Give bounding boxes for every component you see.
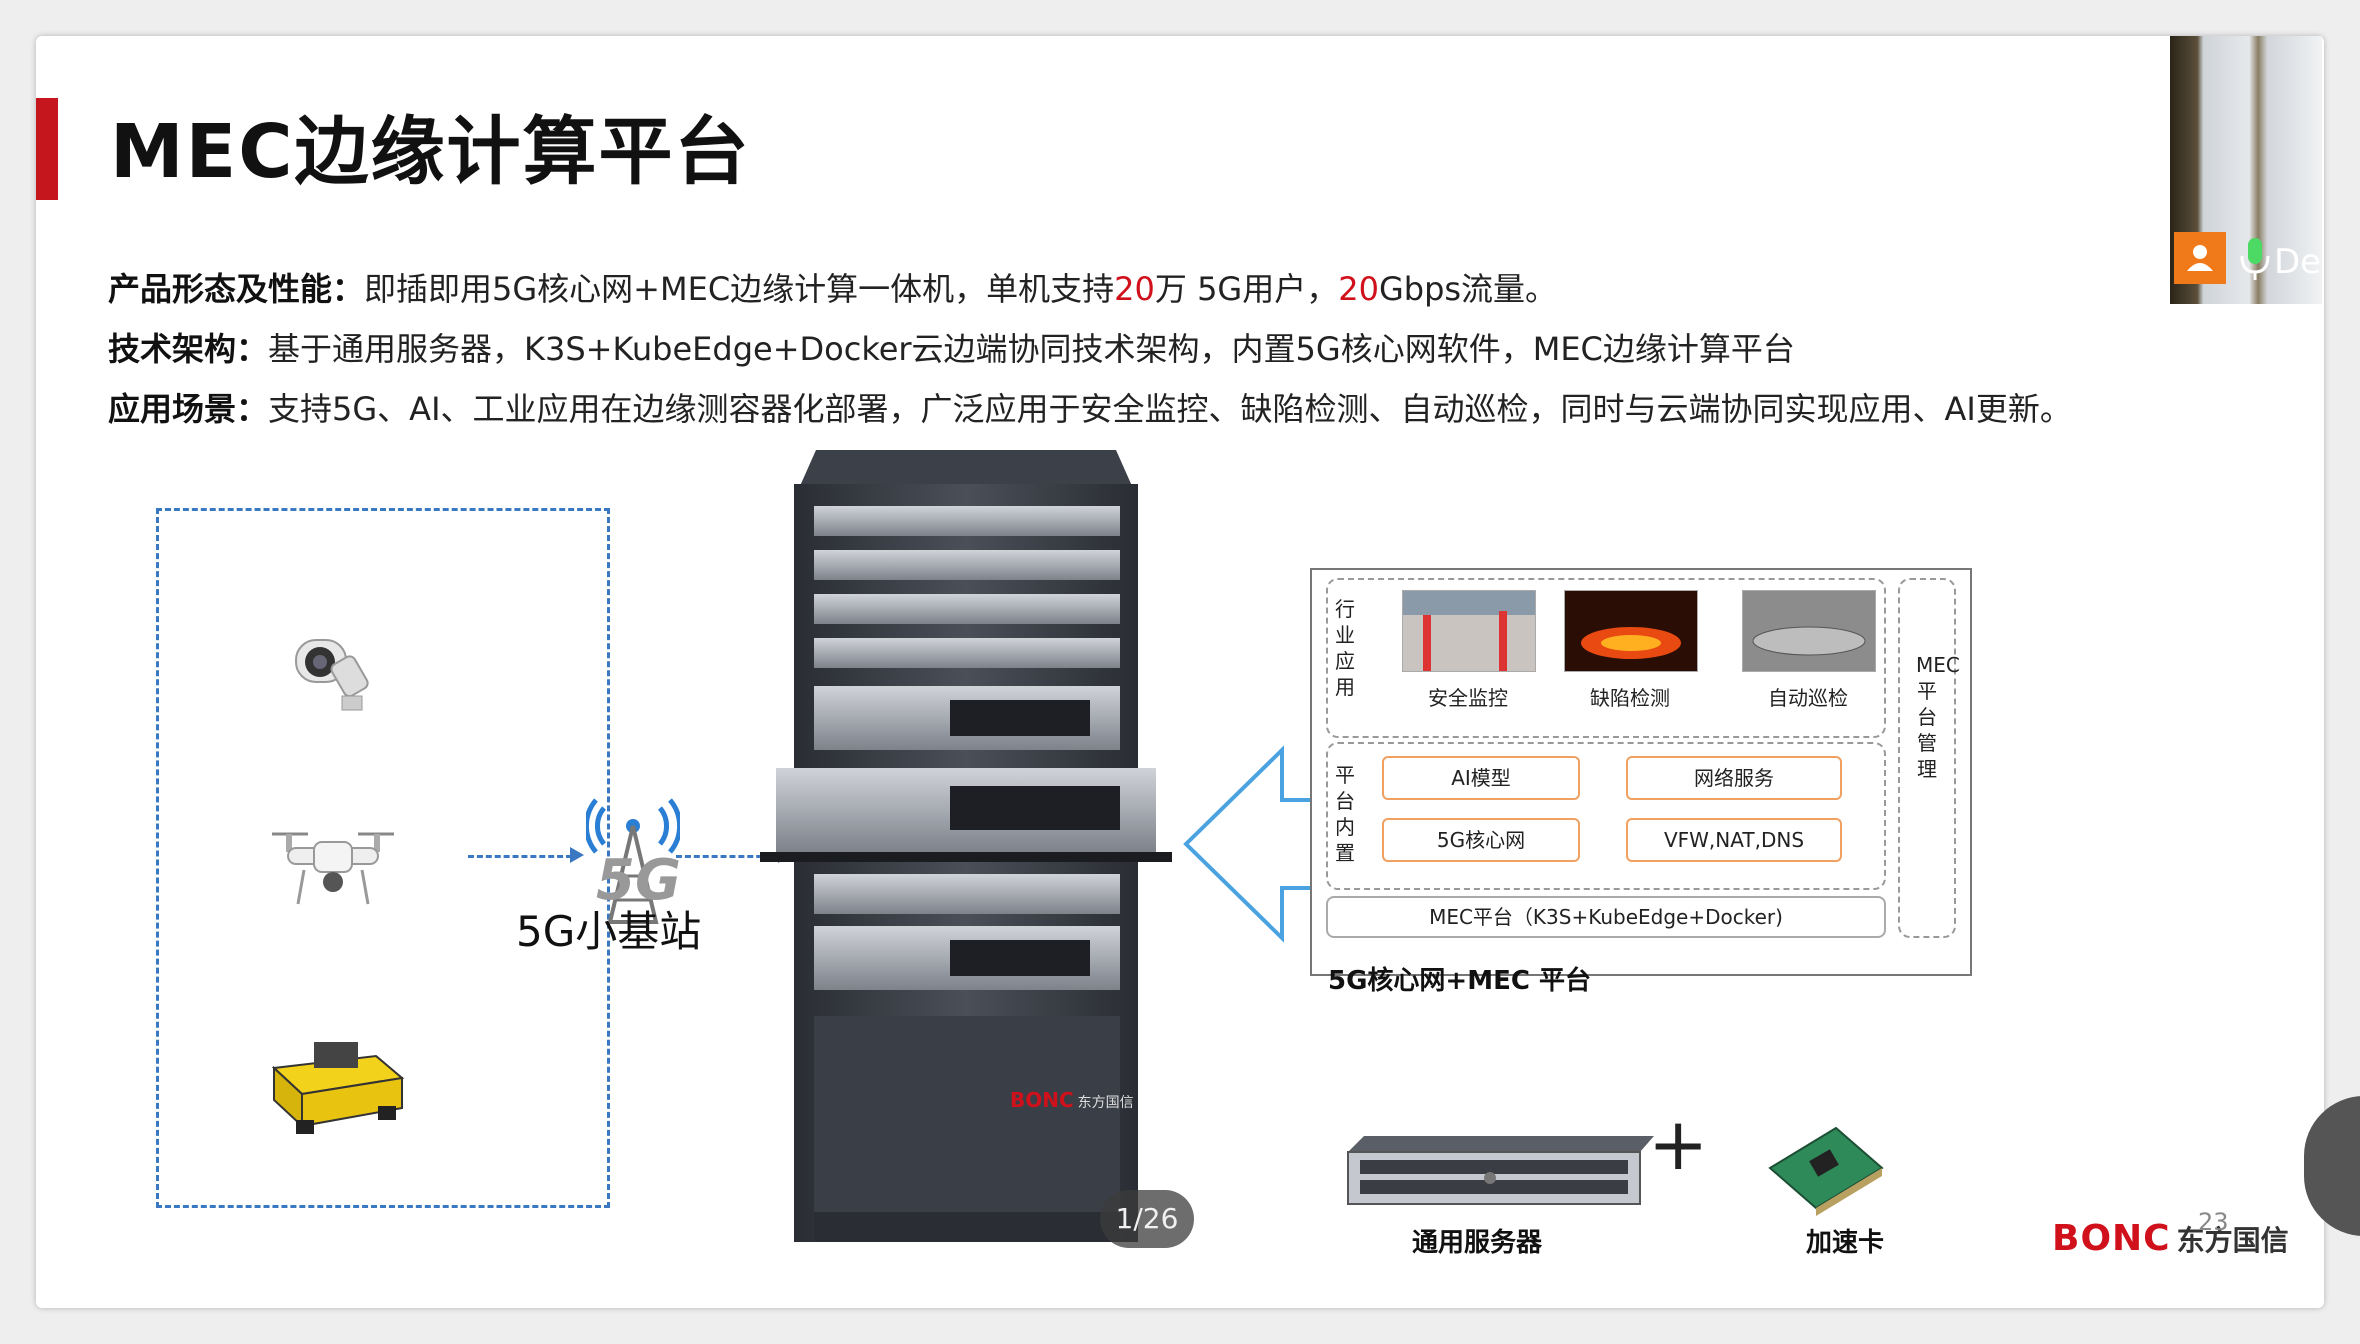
drone-icon bbox=[272, 832, 394, 905]
bullet-label: 产品形态及性能： bbox=[108, 270, 365, 308]
architecture-diagram: 行业应用 安全监控 缺陷检测 自动巡检 平台内置 AI模型 网络服务 5G核心网… bbox=[1310, 568, 1972, 976]
station-label: 5G小基站 bbox=[516, 907, 702, 956]
bullet-architecture: 技术架构：基于通用服务器，K3S+KubeEdge+Docker云边端协同技术架… bbox=[108, 330, 1795, 368]
microphone-icon[interactable] bbox=[2238, 236, 2272, 282]
builtin-5g-core: 5G核心网 bbox=[1382, 818, 1580, 862]
industry-apps-label: 行业应用 bbox=[1335, 597, 1355, 699]
participant-video-tile[interactable]: De bbox=[2170, 36, 2322, 304]
app-caption: 缺陷检测 bbox=[1590, 686, 1670, 710]
bullet-label: 技术架构： bbox=[108, 330, 269, 368]
general-server-label: 通用服务器 bbox=[1412, 1228, 1543, 1258]
app-caption: 自动巡检 bbox=[1768, 686, 1848, 710]
builtin-vfw-nat-dns: VFW,NAT,DNS bbox=[1626, 818, 1842, 862]
general-server-image bbox=[1347, 1136, 1654, 1205]
slide-number: 23 bbox=[2198, 1208, 2229, 1236]
mec-platform-bar: MEC平台（K3S+KubeEdge+Docker) bbox=[1326, 896, 1886, 938]
bullet-product: 产品形态及性能：即插即用5G核心网+MEC边缘计算一体机，单机支持20万 5G用… bbox=[108, 270, 1558, 308]
slide-title: MEC边缘计算平台 bbox=[110, 109, 751, 195]
signal-arrow-left bbox=[468, 855, 572, 858]
builtin-label: 平台内置 bbox=[1335, 763, 1355, 865]
user-icon bbox=[2174, 232, 2226, 284]
participant-name: De bbox=[2274, 242, 2322, 282]
plus-sign: + bbox=[1648, 1102, 1709, 1186]
builtin-network-service: 网络服务 bbox=[1626, 756, 1842, 800]
server-rack-image bbox=[760, 450, 1172, 1242]
defect-detection-thumbnail bbox=[1564, 590, 1698, 672]
architecture-caption: 5G核心网+MEC 平台 bbox=[1328, 966, 1591, 996]
bullet-label: 应用场景： bbox=[108, 390, 269, 428]
camera-icon bbox=[295, 639, 369, 711]
accelerator-card-label: 加速卡 bbox=[1806, 1228, 1885, 1258]
mec-management-label: MEC平台管理 bbox=[1916, 653, 1960, 781]
bullet-scenarios: 应用场景：支持5G、AI、工业应用在边缘测容器化部署，广泛应用于安全监控、缺陷检… bbox=[108, 390, 2072, 428]
security-monitoring-thumbnail bbox=[1402, 590, 1536, 672]
accelerator-card-image bbox=[1768, 1126, 1884, 1216]
app-caption: 安全监控 bbox=[1428, 686, 1508, 710]
page-indicator[interactable]: 1/26 bbox=[1100, 1190, 1194, 1248]
rack-logo: BONC 东方国信 bbox=[1010, 1088, 1134, 1112]
auto-inspection-thumbnail bbox=[1742, 590, 1876, 672]
builtin-ai-model: AI模型 bbox=[1382, 756, 1580, 800]
robot-vehicle-icon bbox=[271, 1042, 405, 1134]
bonc-logo: BONC 东方国信 bbox=[2052, 1218, 2289, 1259]
title-accent-bar bbox=[36, 98, 58, 200]
